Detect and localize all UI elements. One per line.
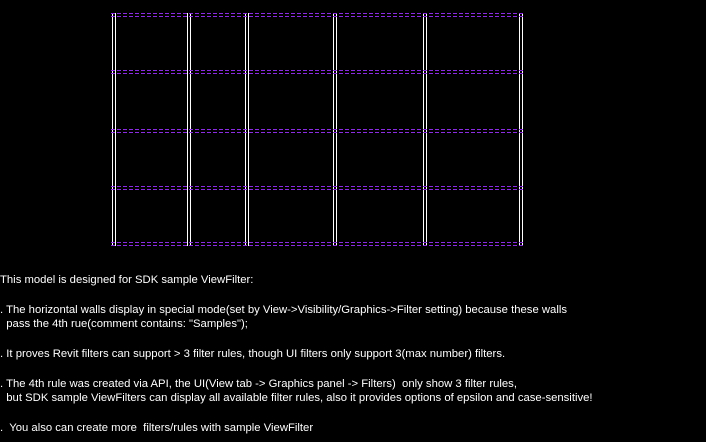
note-horizontal-walls-line1: . The horizontal walls display in specia… bbox=[0, 304, 567, 316]
drawing-view[interactable]: This model is designed for SDK sample Vi… bbox=[0, 0, 706, 442]
horizontal-wall[interactable] bbox=[111, 242, 524, 246]
note-create-more-filters: . You also can create more filters/rules… bbox=[0, 422, 314, 434]
intro-text: This model is designed for SDK sample Vi… bbox=[0, 274, 254, 286]
horizontal-wall[interactable] bbox=[111, 186, 524, 190]
horizontal-wall[interactable] bbox=[111, 70, 524, 74]
note-fourth-rule-line2: but SDK sample ViewFilters can display a… bbox=[0, 392, 593, 404]
horizontal-walls bbox=[111, 13, 524, 246]
horizontal-wall[interactable] bbox=[111, 129, 524, 133]
note-filter-rules: . It proves Revit filters can support > … bbox=[0, 348, 506, 360]
floor-plan[interactable] bbox=[0, 0, 706, 250]
note-fourth-rule-line1: . The 4th rule was created via API, the … bbox=[0, 378, 517, 390]
horizontal-wall[interactable] bbox=[111, 13, 524, 17]
note-horizontal-walls-line2: pass the 4th rue(comment contains: "Samp… bbox=[0, 318, 248, 330]
